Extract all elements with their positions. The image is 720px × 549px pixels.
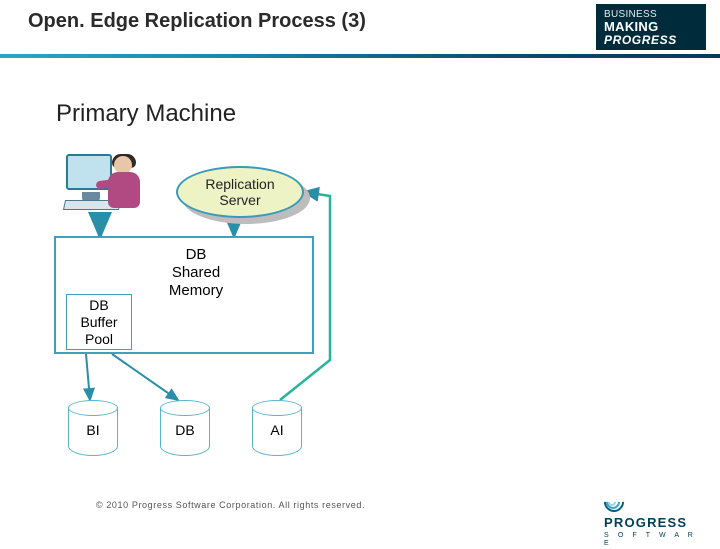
- flow-arrows: [0, 0, 720, 540]
- db-datastore-cylinder: DB: [160, 400, 210, 456]
- db-label: DB: [160, 422, 210, 438]
- replication-server-label-2: Server: [178, 192, 302, 208]
- primary-machine-heading: Primary Machine: [56, 100, 236, 128]
- shm-l3: Memory: [156, 282, 236, 300]
- copyright-text: © 2010 Progress Software Corporation. Al…: [96, 500, 365, 510]
- db-shared-memory-label: DB Shared Memory: [156, 246, 236, 300]
- logo-line-1: BUSINESS: [604, 9, 698, 20]
- buf-l2: Buffer: [67, 314, 131, 331]
- person-icon: [106, 156, 140, 214]
- replication-server-shadow: [182, 172, 310, 224]
- ai-label: AI: [252, 422, 302, 438]
- replication-server-node: Replication Server: [176, 166, 304, 218]
- progress-subword: S O F T W A R E: [604, 532, 700, 549]
- monitor-icon: [66, 154, 112, 190]
- shm-l1: DB: [156, 246, 236, 264]
- ai-datastore-cylinder: AI: [252, 400, 302, 456]
- progress-word: PROGRESS: [604, 515, 687, 530]
- buf-l1: DB: [67, 297, 131, 314]
- progress-software-logo: PROGRESS S O F T W A R E: [604, 490, 700, 520]
- keyboard-icon: [63, 200, 121, 210]
- db-buffer-pool-box: DB Buffer Pool: [66, 294, 132, 350]
- business-making-progress-logo: BUSINESS MAKING PROGRESS: [596, 4, 706, 50]
- slide-title: Open. Edge Replication Process (3): [28, 10, 366, 33]
- logo-line-2: MAKING: [604, 20, 698, 34]
- bi-label: BI: [68, 422, 118, 438]
- logo-line-3: PROGRESS: [604, 34, 698, 47]
- bi-datastore-cylinder: BI: [68, 400, 118, 456]
- db-shared-memory-box: [54, 236, 314, 354]
- buf-l3: Pool: [67, 331, 131, 348]
- user-at-workstation-icon: [62, 148, 140, 222]
- replication-server-label-1: Replication: [178, 176, 302, 192]
- shm-l2: Shared: [156, 264, 236, 282]
- progress-arcs-icon: [604, 490, 624, 514]
- header-separator: [0, 54, 720, 58]
